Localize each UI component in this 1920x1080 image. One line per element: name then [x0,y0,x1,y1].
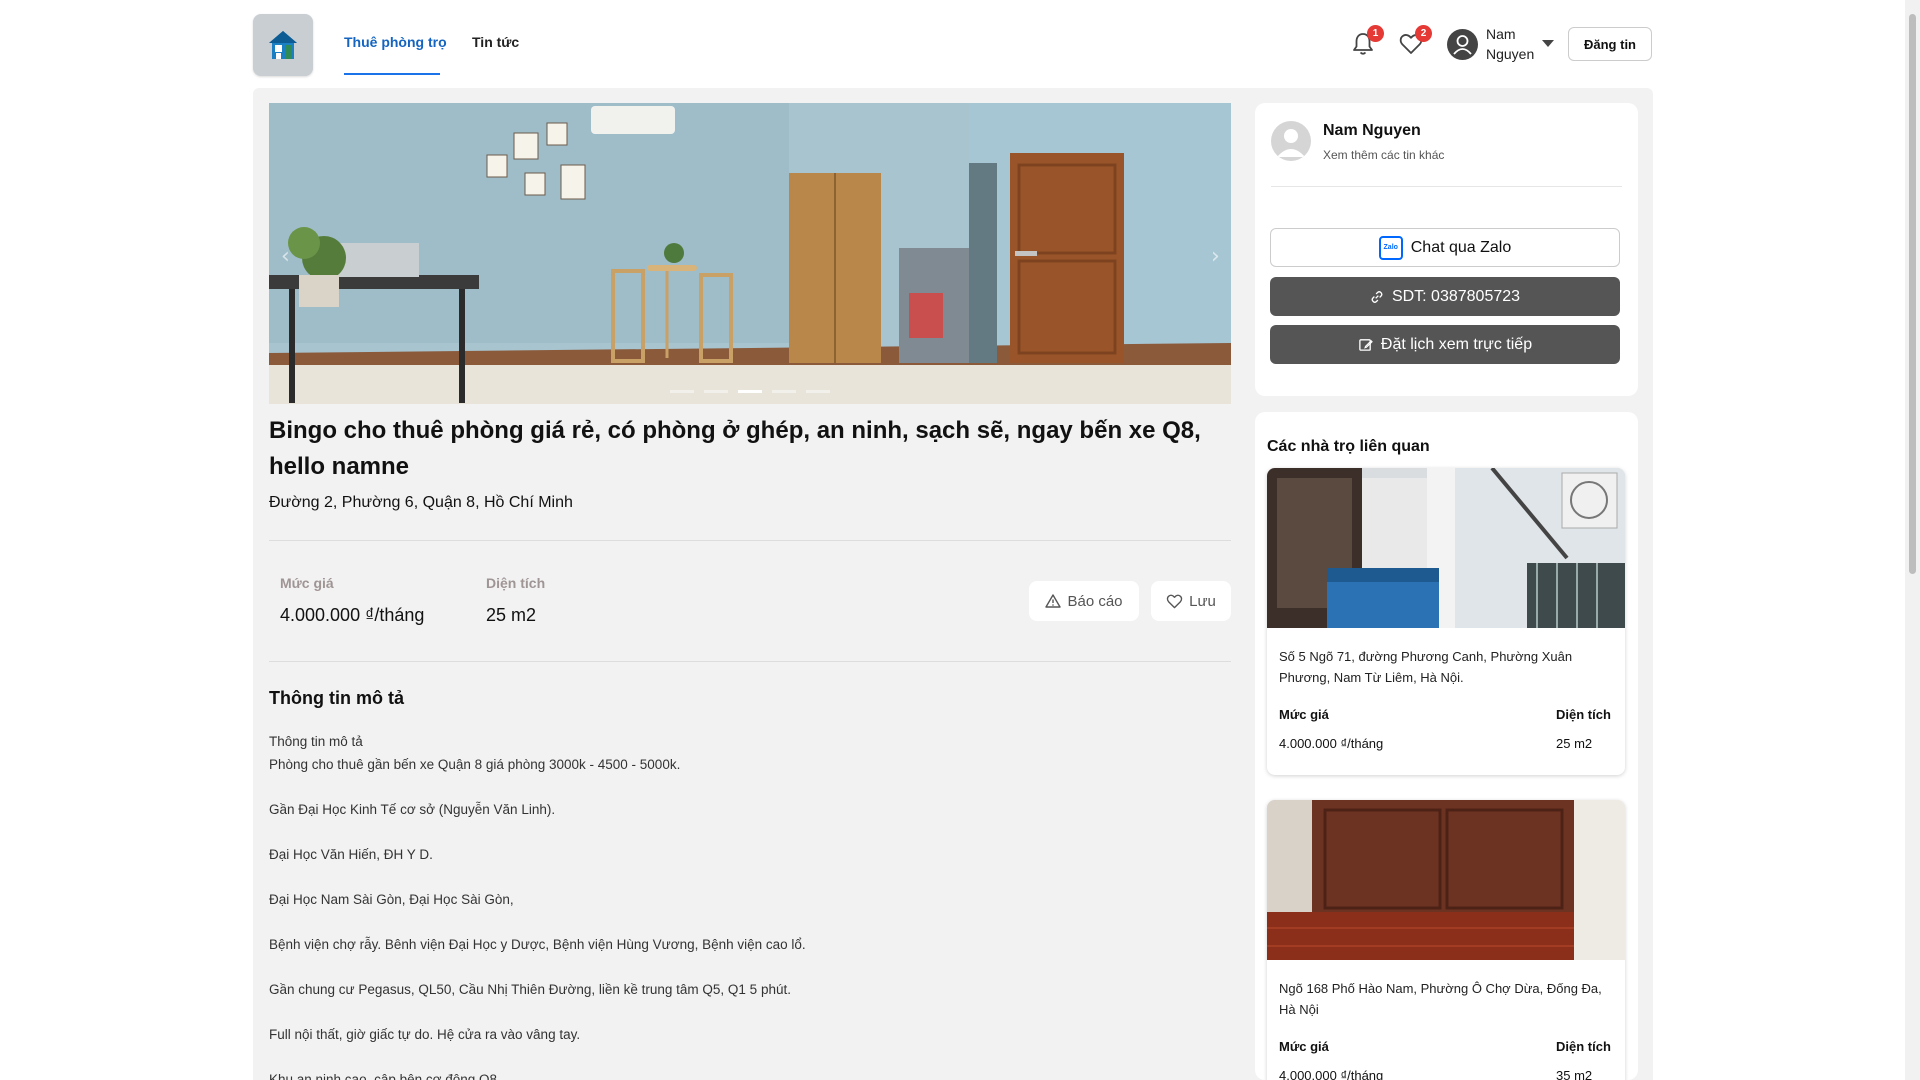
edit-calendar-icon [1359,339,1373,351]
nav-active-underline [344,73,440,75]
related-listing-address: Số 5 Ngõ 71, đường Phương Canh, Phường X… [1279,649,1573,685]
related-listing-photo [1267,468,1625,628]
description-line [269,956,1229,979]
scrollbar-thumb[interactable] [1909,14,1916,574]
related-listing-card[interactable]: Ngõ 168 Phố Hào Nam, Phường Ô Chợ Dừa, Đ… [1267,800,1625,1080]
user-menu-chevron-down-icon[interactable] [1542,40,1554,47]
price-label: Mức giá [280,575,334,591]
divider [269,540,1231,541]
user-avatar[interactable] [1447,29,1478,60]
description-line: Full nội thất, giờ giấc tự do. Hệ cửa ra… [269,1026,581,1042]
related-area-label: Diện tích [1556,1039,1611,1054]
gallery-dot[interactable] [772,390,796,393]
description-line: Gần Đại Học Kinh Tế cơ sở (Nguyễn Văn Li… [269,801,556,817]
description-line [269,911,1229,934]
user-icon [1453,35,1472,55]
notifications-button[interactable]: 1 [1350,25,1384,57]
owner-more-listings-link[interactable]: Xem thêm các tin khác [1323,148,1444,162]
description-line [269,776,1229,799]
description-line [269,1001,1229,1024]
related-price-label: Mức giá [1279,707,1329,722]
area-label: Diện tích [486,575,546,591]
listing-title: Bingo cho thuê phòng giá rẻ, có phòng ở … [269,417,1201,480]
divider [269,661,1231,662]
schedule-viewing-button[interactable]: Đặt lịch xem trực tiếp [1270,325,1620,364]
link-icon [1371,290,1383,303]
save-label: Lưu [1189,592,1216,610]
chat-zalo-button[interactable]: Zalo Chat qua Zalo [1270,228,1620,267]
nav-rent-rooms[interactable]: Thuê phòng trọ [344,34,447,50]
description-line: Phòng cho thuê gần bến xe Quận 8 giá phò… [269,756,681,772]
chat-zalo-label: Chat qua Zalo [1410,238,1512,256]
page-scrollbar[interactable] [1905,0,1920,1080]
gallery-dot[interactable] [806,390,830,393]
description-line: Bệnh viện chợ rẫy. Bênh viện Đại Học y D… [269,936,806,952]
nav-news[interactable]: Tin tức [472,34,519,50]
description-body: Thông tin mô tả Phòng cho thuê gần bến xe… [269,731,1229,1080]
description-line [269,821,1229,844]
user-name[interactable]: Nam Nguyen [1486,24,1540,64]
description-line: Đại Học Nam Sài Gòn, Đại Học Sài Gòn, [269,891,514,907]
related-price-value: 4.000.000 ₫/tháng [1279,1068,1384,1080]
site-logo[interactable] [253,14,313,76]
price-value: 4.000.000 ₫/tháng [280,605,425,625]
related-price-label: Mức giá [1279,1039,1329,1054]
owner-name[interactable]: Nam Nguyen [1323,122,1421,140]
save-button[interactable]: Lưu [1151,581,1231,621]
favorites-button[interactable]: 2 [1398,25,1432,57]
related-area-label: Diện tích [1556,707,1611,722]
top-header: Thuê phòng trọ Tin tức 1 2 Nam Nguyen Đă… [0,0,1905,88]
warning-icon [1045,594,1062,608]
post-listing-button[interactable]: Đăng tin [1568,27,1652,61]
zalo-icon: Zalo [1378,235,1403,260]
owner-avatar[interactable] [1271,121,1311,161]
gallery-dot[interactable] [670,390,694,393]
user-icon [1277,129,1305,157]
related-area-value: 25 m2 [1556,736,1593,751]
favorites-badge: 2 [1415,25,1432,42]
divider [1271,186,1622,187]
related-listing-card[interactable]: Số 5 Ngõ 71, đường Phương Canh, Phường X… [1267,468,1625,775]
related-listings-title: Các nhà trọ liên quan [1267,438,1430,455]
phone-button[interactable]: SDT: 0387805723 [1270,277,1620,316]
heart-icon [1166,594,1183,608]
gallery-next-chevron-right-icon: › [1211,244,1220,269]
gallery-prev-chevron-left-icon: ‹ [281,244,290,269]
report-button[interactable]: Báo cáo [1029,581,1139,621]
description-line [269,866,1229,889]
description-line: Đại Học Văn Hiến, ĐH Y D. [269,846,433,862]
house-logo-icon [269,31,297,59]
gallery-dot[interactable] [738,390,762,393]
schedule-viewing-label: Đặt lịch xem trực tiếp [1380,335,1533,353]
related-price-value: 4.000.000 ₫/tháng [1279,736,1384,751]
gallery-dot[interactable] [704,390,728,393]
description-line: Khu an ninh cao, cập bên cơ đông Q8. [269,1071,501,1080]
related-listing-address: Ngõ 168 Phố Hào Nam, Phường Ô Chợ Dừa, Đ… [1279,981,1602,1017]
gallery-pagination[interactable] [670,390,830,393]
area-value: 25 m2 [486,605,537,625]
related-area-value: 35 m2 [1556,1068,1593,1080]
room-photo: ‹ › [269,103,1231,404]
notifications-badge: 1 [1367,25,1384,42]
description-line: Gần chung cư Pegasus, QL50, Cầu Nhị Thiê… [269,981,791,997]
description-line [269,1046,1229,1069]
description-line: Thông tin mô tả [269,734,363,749]
phone-label: SDT: 0387805723 [1391,287,1521,305]
description-heading: Thông tin mô tả [269,688,404,708]
listing-address: Đường 2, Phường 6, Quận 8, Hồ Chí Minh [269,494,573,511]
related-listing-photo [1267,800,1625,960]
report-label: Báo cáo [1067,592,1123,610]
image-gallery[interactable]: ‹ › [269,103,1231,404]
